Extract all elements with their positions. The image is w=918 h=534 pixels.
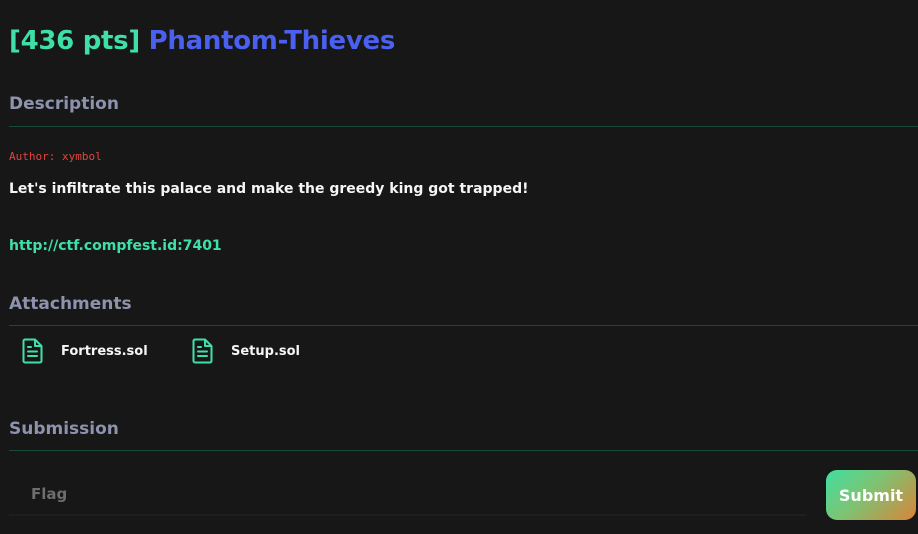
attachment-name: Fortress.sol — [61, 343, 148, 359]
challenge-title: [436 pts] Phantom-Thieves — [9, 26, 395, 56]
challenge-points: [436 pts] — [9, 26, 140, 56]
description-heading: Description — [9, 94, 119, 114]
author-line: Author: xymbol — [9, 150, 102, 163]
file-text-icon — [22, 338, 44, 364]
challenge-name: Phantom-Thieves — [148, 26, 396, 56]
flag-input[interactable] — [9, 474, 806, 516]
file-text-icon — [192, 338, 214, 364]
submission-heading: Submission — [9, 419, 119, 439]
description-text: Let's infiltrate this palace and make th… — [9, 181, 529, 197]
description-divider — [9, 126, 918, 127]
attachment-fortress[interactable]: Fortress.sol — [22, 338, 148, 364]
submit-button[interactable]: Submit — [826, 470, 916, 520]
attachment-setup[interactable]: Setup.sol — [192, 338, 300, 364]
attachments-divider — [9, 325, 918, 326]
attachments-heading: Attachments — [9, 294, 132, 314]
challenge-link[interactable]: http://ctf.compfest.id:7401 — [9, 238, 222, 254]
submission-divider — [9, 450, 918, 451]
attachment-name: Setup.sol — [231, 343, 301, 359]
